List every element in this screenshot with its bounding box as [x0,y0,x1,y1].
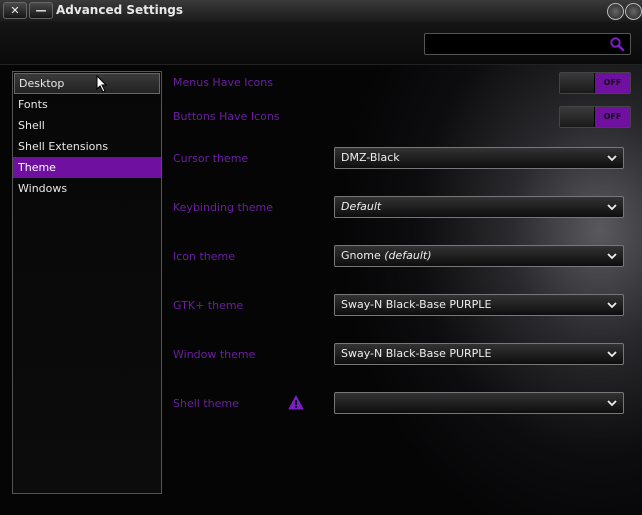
switch-state: OFF [595,107,630,127]
window-theme-combo[interactable]: Sway-N Black-Base PURPLE [334,343,624,365]
icon-theme-combo[interactable]: Gnome (default) [334,245,624,267]
sidebar-item-label: Desktop [19,77,65,90]
buttons-have-icons-label: Buttons Have Icons [173,110,280,123]
minimize-icon: — [35,4,47,17]
sidebar-item-label: Windows [18,182,68,195]
sidebar-item-shell[interactable]: Shell [13,115,161,136]
app-logo-secondary-icon [625,3,642,20]
mouse-cursor-icon [96,75,108,93]
minimize-button[interactable]: — [29,2,53,19]
combo-value-default: Default [341,200,382,213]
close-icon: ✕ [10,4,20,17]
keybinding-theme-combo[interactable]: Default [334,196,624,218]
advanced-settings-window: ✕ — Advanced Settings Desktop Fonts Shel… [0,0,642,515]
sidebar-item-windows[interactable]: Windows [13,178,161,199]
sidebar-item-shell-extensions[interactable]: Shell Extensions [13,136,161,157]
sidebar: Desktop Fonts Shell Shell Extensions The… [12,71,162,494]
chevron-down-icon [607,253,617,260]
window-theme-label: Window theme [173,348,256,361]
search-input[interactable] [424,33,631,55]
chevron-down-icon [607,155,617,162]
search-icon[interactable] [609,36,625,52]
sidebar-item-label: Shell Extensions [18,140,109,153]
cursor-theme-label: Cursor theme [173,152,249,165]
window-title: Advanced Settings [56,3,184,17]
gtk-theme-combo[interactable]: Sway-N Black-Base PURPLE [334,294,624,316]
shell-theme-label: Shell theme [173,397,239,410]
cursor-theme-combo[interactable]: DMZ-Black [334,147,624,169]
sidebar-item-label: Fonts [18,98,48,111]
sidebar-item-label: Shell [18,119,45,132]
combo-value: Sway-N Black-Base PURPLE [341,298,492,311]
sidebar-item-label: Theme [18,161,56,174]
combo-value: DMZ-Black [341,151,400,164]
buttons-have-icons-switch[interactable]: OFF [559,106,631,128]
gtk-theme-label: GTK+ theme [173,299,244,312]
chevron-down-icon [607,204,617,211]
icon-theme-label: Icon theme [173,250,236,263]
chevron-down-icon [607,302,617,309]
combo-value: Default [341,200,381,213]
sidebar-item-theme[interactable]: Theme [13,157,161,178]
close-button[interactable]: ✕ [3,2,27,19]
shell-theme-combo[interactable] [334,392,624,414]
combo-value-default: (default) [384,249,432,262]
menus-have-icons-switch[interactable]: OFF [559,72,631,94]
warning-icon [288,395,304,410]
switch-state: OFF [595,73,630,93]
toolbar [0,22,642,65]
switch-knob [560,73,595,93]
title-bar: ✕ — Advanced Settings [0,0,642,23]
sidebar-item-fonts[interactable]: Fonts [13,94,161,115]
app-logo-icon [607,3,624,20]
chevron-down-icon [607,351,617,358]
sidebar-item-desktop[interactable]: Desktop [14,73,160,94]
keybinding-theme-label: Keybinding theme [173,201,273,214]
switch-knob [560,107,595,127]
menus-have-icons-label: Menus Have Icons [173,76,273,89]
combo-value: Sway-N Black-Base PURPLE [341,347,492,360]
combo-value: Gnome (default) [341,249,432,262]
chevron-down-icon [607,400,617,407]
